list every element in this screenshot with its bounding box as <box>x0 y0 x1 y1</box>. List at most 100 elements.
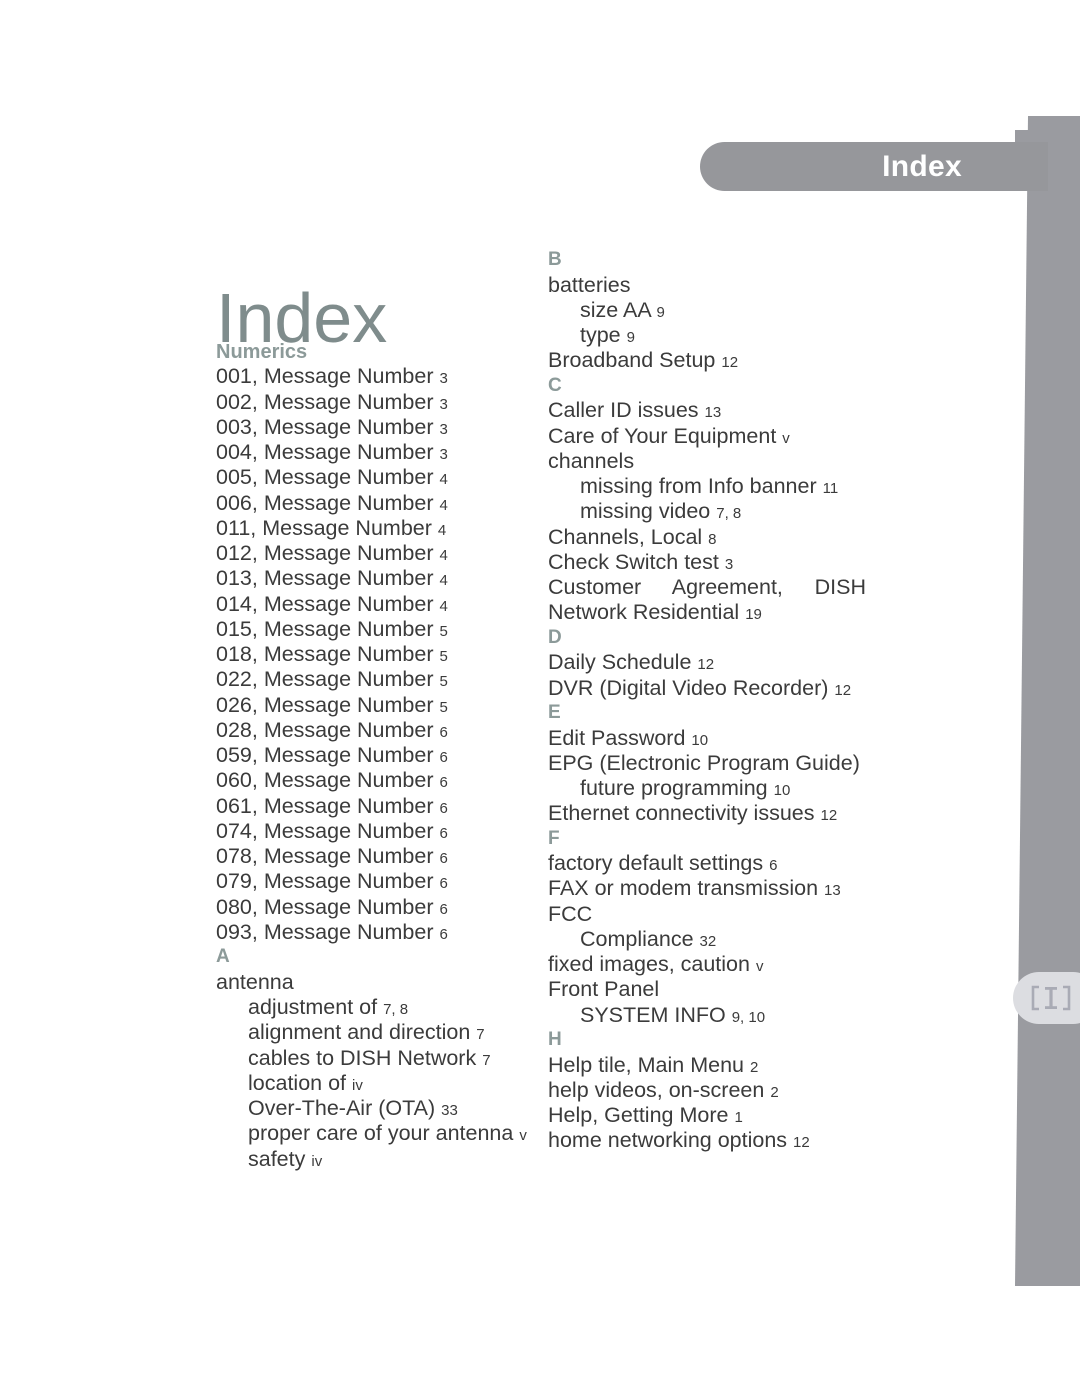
index-entry[interactable]: 026, Message Number 5 <box>216 693 534 718</box>
index-entry[interactable]: 004, Message Number 3 <box>216 440 534 465</box>
index-entry-text: antenna <box>216 969 294 994</box>
index-column-right: Bbatteries size AA 9 type 9 Broadband Setup… <box>548 248 866 1154</box>
index-entry[interactable]: factory default settings 6 <box>548 851 866 876</box>
index-entry-text: 002, Message Number <box>216 389 434 414</box>
index-subentry[interactable]: future programming 10 <box>548 776 866 801</box>
index-letter-heading: H <box>548 1028 562 1050</box>
index-column-left: Numerics 001, Message Number 3 002, Messag… <box>216 340 534 1172</box>
index-entry[interactable]: 001, Message Number 3 <box>216 364 534 389</box>
index-subentry[interactable]: missing from Info banner 11 <box>548 474 866 499</box>
index-subentry[interactable]: safety iv <box>216 1147 534 1172</box>
index-entry-text: 079, Message Number <box>216 869 434 894</box>
index-entry[interactable]: DVR (Digital Video Recorder) 12 <box>548 676 866 701</box>
index-entry[interactable]: 013, Message Number 4 <box>216 566 534 591</box>
index-entry-text: batteries <box>548 272 631 297</box>
index-entry[interactable]: Broadband Setup 12 <box>548 348 866 373</box>
index-entry[interactable]: 022, Message Number 5 <box>216 667 534 692</box>
index-entry-pages: 10 <box>691 731 709 749</box>
index-entry[interactable]: 014, Message Number 4 <box>216 592 534 617</box>
index-entry-pages: 2 <box>749 1058 759 1076</box>
index-entry[interactable]: 012, Message Number 4 <box>216 541 534 566</box>
index-subentry[interactable]: Compliance 32 <box>548 927 866 952</box>
index-subentry[interactable]: missing video 7, 8 <box>548 499 866 524</box>
index-entry[interactable]: 005, Message Number 4 <box>216 465 534 490</box>
index-entry-text: Help, Getting More <box>548 1103 729 1128</box>
index-entry[interactable]: 060, Message Number 6 <box>216 768 534 793</box>
index-subentry[interactable]: alignment and direction 7 <box>216 1020 534 1045</box>
index-entry[interactable]: 002, Message Number 3 <box>216 390 534 415</box>
index-entry-text: 014, Message Number <box>216 591 434 616</box>
index-entry-text: Check Switch test <box>548 549 719 574</box>
index-entry-pages: 12 <box>793 1134 810 1152</box>
index-entry-pages: 3 <box>439 446 448 464</box>
index-entry-text: DVR (Digital Video Recorder) <box>548 675 829 700</box>
index-entry[interactable]: Edit Password 10 <box>548 726 866 751</box>
index-entry[interactable]: 015, Message Number 5 <box>216 617 534 642</box>
index-entry[interactable]: EPG (Electronic Program Guide) <box>548 751 866 776</box>
index-subentry[interactable]: location of iv <box>216 1071 534 1096</box>
index-subentry[interactable]: size AA 9 <box>548 298 866 323</box>
index-entry-pages: v <box>755 958 764 976</box>
index-entry-pages: 11 <box>822 480 839 498</box>
index-entry[interactable]: antenna <box>216 970 534 995</box>
index-entry-text: 004, Message Number <box>216 440 434 465</box>
index-subentry[interactable]: type 9 <box>548 323 866 348</box>
index-entry-pages: 4 <box>437 521 447 539</box>
index-letter-heading: F <box>548 827 560 849</box>
index-entry[interactable]: Care of Your Equipment v <box>548 424 866 449</box>
index-entry[interactable]: channels <box>548 449 866 474</box>
index-subentry[interactable]: proper care of your antenna v <box>216 1121 534 1146</box>
index-entry[interactable]: 059, Message Number 6 <box>216 743 534 768</box>
index-entry-pages: 13 <box>824 882 841 900</box>
index-entry[interactable]: Check Switch test 3 <box>548 550 866 575</box>
index-entry-pages: 13 <box>704 404 722 422</box>
index-entry[interactable]: 003, Message Number 3 <box>216 415 534 440</box>
index-letter-heading: A <box>216 946 230 968</box>
index-entry[interactable]: 018, Message Number 5 <box>216 642 534 667</box>
chapter-tab[interactable]: Index <box>700 142 1048 191</box>
index-entry[interactable]: batteries <box>548 273 866 298</box>
index-entry-text: Daily Schedule <box>548 650 692 675</box>
index-subentry[interactable]: cables to DISH Network 7 <box>216 1046 534 1071</box>
index-entry-pages: 2 <box>770 1083 779 1101</box>
index-entry-text: 060, Message Number <box>216 768 434 793</box>
index-subentry[interactable]: Over-The-Air (OTA) 33 <box>216 1096 534 1121</box>
index-entry[interactable]: Daily Schedule 12 <box>548 650 866 675</box>
index-entry[interactable]: Help, Getting More 1 <box>548 1103 866 1128</box>
index-entry[interactable]: 028, Message Number 6 <box>216 718 534 743</box>
index-entry-pages: 10 <box>773 782 791 799</box>
index-entry[interactable]: 078, Message Number 6 <box>216 844 534 869</box>
index-entry[interactable]: fixed images, caution v <box>548 952 866 977</box>
index-subentry[interactable]: adjustment of 7, 8 <box>216 995 534 1020</box>
index-entry-pages: 12 <box>697 656 715 674</box>
index-entry-pages: 12 <box>834 681 852 699</box>
index-entry[interactable]: 011, Message Number 4 <box>216 516 534 541</box>
index-entry[interactable]: Caller ID issues 13 <box>548 398 866 423</box>
index-entry-text: 074, Message Number <box>216 818 434 843</box>
index-entry-pages: 8 <box>708 530 717 548</box>
index-entry-pages: 6 <box>439 774 448 792</box>
index-entry[interactable]: Front Panel <box>548 977 866 1002</box>
index-entry-pages: v <box>782 429 790 447</box>
index-entry[interactable]: FAX or modem transmission 13 <box>548 876 866 901</box>
index-entry[interactable]: home networking options 12 <box>548 1128 866 1153</box>
index-entry[interactable]: 061, Message Number 6 <box>216 794 534 819</box>
index-entry[interactable]: Ethernet connectivity issues 12 <box>548 801 866 826</box>
index-entry[interactable]: 074, Message Number 6 <box>216 819 534 844</box>
index-entry[interactable]: Help tile, Main Menu 2 <box>548 1053 866 1078</box>
index-entry-pages: 3 <box>439 370 448 388</box>
index-entry[interactable]: Channels, Local 8 <box>548 525 866 550</box>
index-entry-pages: 3 <box>724 555 734 573</box>
index-entry[interactable]: 093, Message Number 6 <box>216 920 534 945</box>
index-entry[interactable]: Customer Agreement, DISH Network Residen… <box>548 575 866 626</box>
index-entry[interactable]: 080, Message Number 6 <box>216 895 534 920</box>
index-entry[interactable]: help videos, on-screen 2 <box>548 1078 866 1103</box>
index-entry-text: 022, Message Number <box>216 667 434 692</box>
index-entry[interactable]: FCC <box>548 902 866 927</box>
index-entry-text: Help tile, Main Menu <box>548 1052 744 1077</box>
index-entry[interactable]: 079, Message Number 6 <box>216 869 534 894</box>
index-entry-text: Caller ID issues <box>548 398 699 423</box>
side-index-thumb-tab[interactable] <box>1013 972 1080 1024</box>
index-entry[interactable]: 006, Message Number 4 <box>216 491 534 516</box>
index-subentry[interactable]: SYSTEM INFO 9, 10 <box>548 1003 866 1028</box>
